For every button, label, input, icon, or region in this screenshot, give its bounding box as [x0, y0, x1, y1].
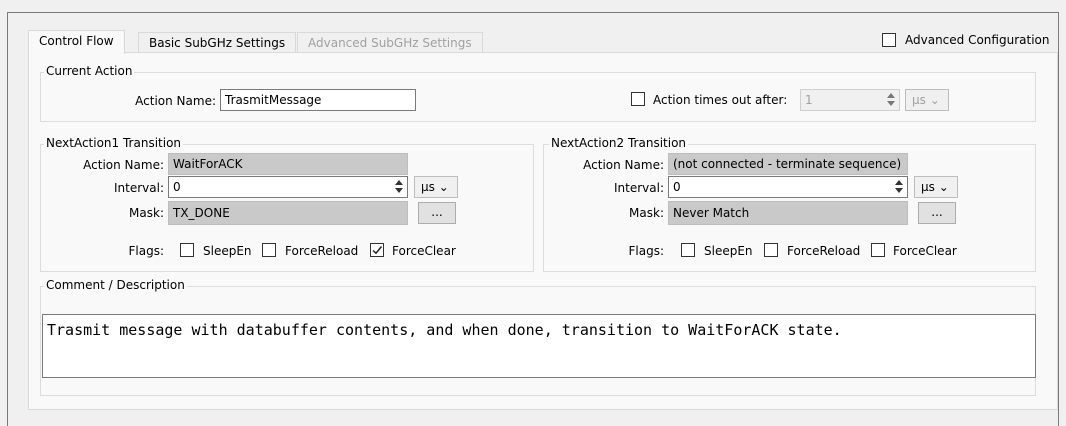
next-action-1-interval-input[interactable]: 0 [168, 176, 408, 198]
next-action-2-title: NextAction2 Transition [549, 136, 689, 150]
next-action-1-name-label: Action Name: [83, 158, 164, 172]
next-action-1-flags-label: Flags: [128, 244, 164, 258]
chevron-down-icon: ⌄ [438, 180, 449, 194]
next-action-2-sleepen-label: SleepEn [704, 244, 753, 258]
next-action-1-sleepen-checkbox[interactable] [180, 243, 194, 257]
next-action-2-mask-label: Mask: [629, 206, 664, 220]
next-action-1-forcereload-label: ForceReload [285, 244, 359, 258]
action-timeout-unit-select: µs ⌄ [905, 89, 949, 111]
spin-down-icon[interactable] [395, 188, 403, 193]
next-action-2-name-field: (not connected - terminate sequence) [668, 153, 908, 175]
next-action-2-mask-field: Never Match [668, 201, 908, 225]
action-timeout-label: Action times out after: [653, 93, 788, 107]
next-action-1-interval-label: Interval: [114, 181, 164, 195]
spin-arrows-icon[interactable] [392, 176, 406, 198]
chevron-down-icon: ⌄ [938, 180, 949, 194]
next-action-1-forceclear-label: ForceClear [392, 244, 456, 258]
advanced-configuration-label: Advanced Configuration [905, 33, 1050, 47]
current-action-name-label: Action Name: [135, 94, 216, 108]
next-action-2-interval-input[interactable]: 0 [668, 176, 908, 198]
spin-arrows-icon[interactable] [892, 176, 906, 198]
tab-advanced-subghz-settings: Advanced SubGHz Settings [297, 32, 483, 54]
next-action-1-title: NextAction1 Transition [44, 136, 184, 150]
chevron-down-icon: ⌄ [929, 93, 940, 107]
next-action-2-forceclear-label: ForceClear [893, 244, 957, 258]
comment-textarea[interactable]: Trasmit message with databuffer contents… [42, 314, 1036, 378]
next-action-2-flags-label: Flags: [628, 244, 664, 258]
next-action-2-forcereload-checkbox[interactable] [764, 243, 778, 257]
checkmark-icon [372, 246, 383, 255]
next-action-2-forcereload-label: ForceReload [787, 244, 861, 258]
action-timeout-checkbox[interactable] [631, 92, 645, 106]
comment-title: Comment / Description [44, 278, 187, 292]
next-action-1-interval-unit-select[interactable]: µs ⌄ [414, 176, 458, 198]
next-action-2-mask-browse-button[interactable]: ... [918, 202, 956, 224]
current-action-name-input[interactable]: TrasmitMessage [220, 89, 416, 111]
tab-basic-subghz-settings[interactable]: Basic SubGHz Settings [138, 32, 297, 54]
spin-up-icon[interactable] [895, 180, 903, 185]
current-action-title: Current Action [44, 64, 135, 78]
tab-control-flow[interactable]: Control Flow [28, 30, 125, 54]
spin-down-icon[interactable] [895, 188, 903, 193]
next-action-1-name-field: WaitForACK [168, 153, 408, 175]
next-action-2-name-label: Action Name: [583, 158, 664, 172]
spin-arrows-icon [884, 89, 898, 111]
next-action-1-sleepen-label: SleepEn [203, 244, 252, 258]
next-action-2-sleepen-checkbox[interactable] [681, 243, 695, 257]
advanced-configuration-checkbox[interactable] [882, 33, 896, 47]
next-action-1-forcereload-checkbox[interactable] [262, 243, 276, 257]
next-action-2-interval-label: Interval: [614, 181, 664, 195]
next-action-1-mask-label: Mask: [129, 206, 164, 220]
next-action-1-forceclear-checkbox[interactable] [370, 243, 384, 257]
next-action-2-interval-unit-select[interactable]: µs ⌄ [914, 176, 958, 198]
spin-up-icon[interactable] [395, 180, 403, 185]
next-action-1-mask-browse-button[interactable]: ... [418, 202, 456, 224]
next-action-2-forceclear-checkbox[interactable] [871, 243, 885, 257]
next-action-1-mask-field: TX_DONE [168, 201, 408, 225]
